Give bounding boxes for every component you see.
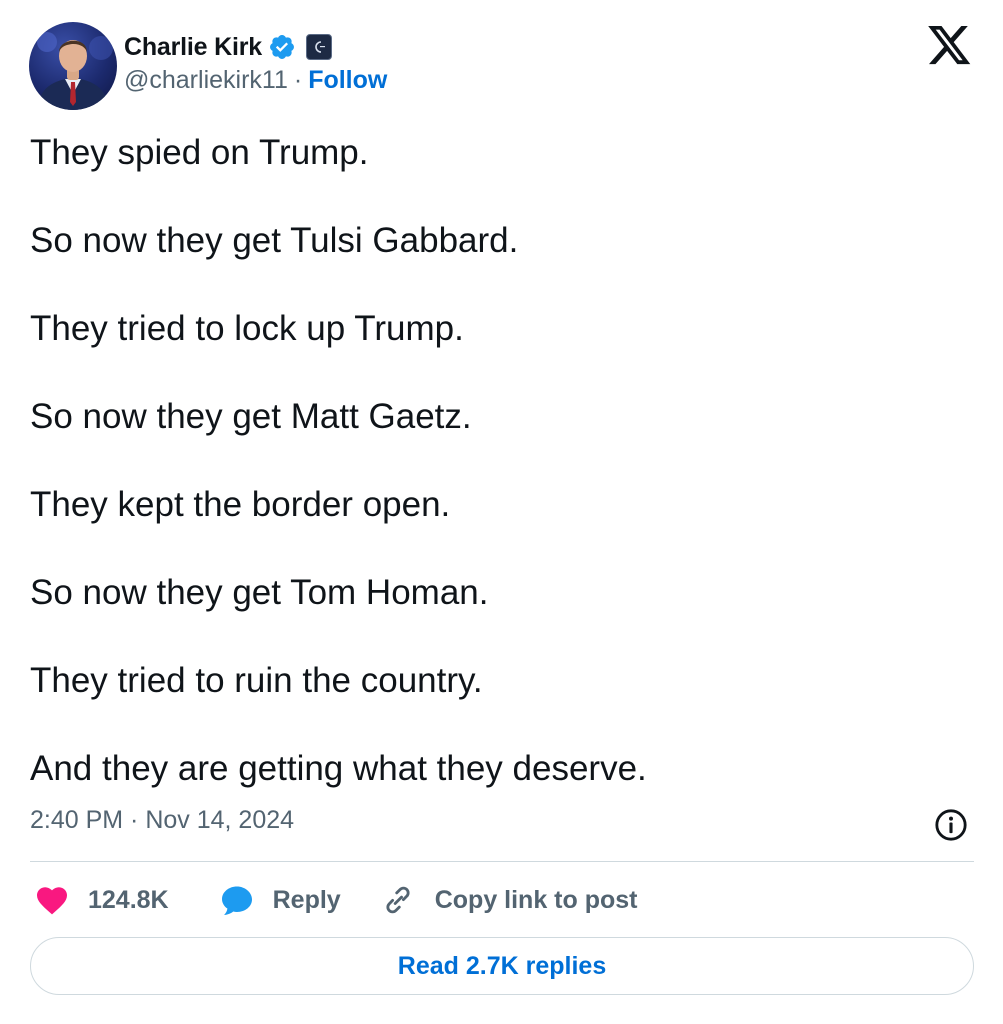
post-line: So now they get Tom Homan.	[30, 573, 489, 612]
post-timestamp[interactable]: 2:40 PM · Nov 14, 2024	[30, 806, 294, 835]
affiliate-badge-icon[interactable]	[305, 34, 332, 60]
read-replies-button[interactable]: Read 2.7K replies	[30, 937, 974, 995]
author-avatar[interactable]	[29, 22, 117, 110]
post-line: They tried to ruin the country.	[30, 661, 483, 700]
follow-link[interactable]: Follow	[308, 66, 387, 95]
post-line: They tried to lock up Trump.	[30, 309, 464, 348]
post-line: They spied on Trump.	[30, 133, 369, 172]
author-name-row: Charlie Kirk	[124, 30, 332, 64]
author-handle[interactable]: @charliekirk11	[124, 66, 288, 95]
info-icon[interactable]	[934, 808, 968, 842]
heart-icon	[34, 882, 70, 918]
author-display-name[interactable]: Charlie Kirk	[124, 33, 262, 62]
copy-link-label: Copy link to post	[434, 885, 638, 914]
embedded-post-card: Charlie Kirk @charliekirk11 · Follow The…	[0, 0, 1003, 1024]
reply-label: Reply	[272, 885, 341, 914]
like-button[interactable]: 124.8K	[34, 882, 169, 918]
post-line: They kept the border open.	[30, 485, 451, 524]
x-logo-icon[interactable]	[928, 26, 972, 66]
avatar-portrait-image	[37, 32, 113, 110]
copy-link-button[interactable]: Copy link to post	[381, 883, 638, 917]
post-line: And they are getting what they deserve.	[30, 749, 647, 788]
post-line: So now they get Matt Gaetz.	[30, 397, 472, 436]
post-actions-bar: 124.8K Reply Copy link to post	[34, 878, 638, 922]
verified-badge-icon	[268, 33, 296, 61]
link-icon	[381, 883, 415, 917]
like-count: 124.8K	[88, 885, 169, 914]
post-text: They spied on Trump. So now they get Tul…	[30, 130, 960, 792]
speech-bubble-icon	[219, 882, 255, 918]
author-handle-row: @charliekirk11 · Follow	[124, 66, 387, 95]
reply-button[interactable]: Reply	[219, 882, 341, 918]
divider	[30, 861, 974, 862]
post-line: So now they get Tulsi Gabbard.	[30, 221, 519, 260]
handle-separator: ·	[293, 66, 303, 94]
